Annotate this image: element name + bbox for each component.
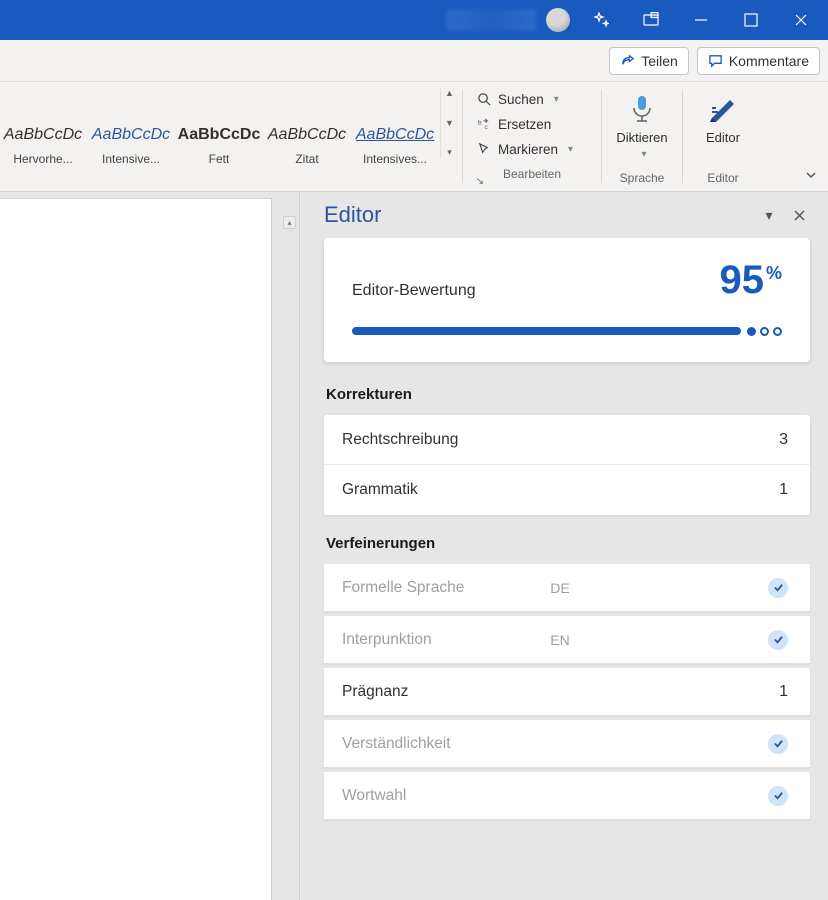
microphone-icon: [629, 92, 655, 126]
editor-group-label: Editor: [707, 171, 738, 191]
refinement-row[interactable]: Wortwahl: [324, 772, 810, 820]
edit-group-label: Bearbeiten: [477, 163, 587, 181]
style-sample: AaBbCcDc: [0, 120, 86, 150]
score-value: 95: [719, 260, 764, 300]
edit-group: Suchen ▾ bc Ersetzen Markieren ▾ Bearbei…: [467, 82, 597, 191]
refinements-title: Verfeinerungen: [326, 535, 808, 552]
scroll-up-icon[interactable]: ▴: [283, 216, 296, 229]
style-label: Intensives...: [363, 152, 427, 166]
refinement-row[interactable]: Prägnanz 1: [324, 668, 810, 716]
tab-strip: Teilen Kommentare: [0, 40, 828, 82]
row-label: Interpunktion: [342, 631, 540, 649]
comments-button[interactable]: Kommentare: [697, 47, 820, 75]
style-label: Hervorhe...: [13, 152, 72, 166]
doc-title-blurred: [446, 9, 536, 31]
pane-close-button[interactable]: [788, 204, 810, 226]
select-item[interactable]: Markieren ▾: [477, 138, 587, 160]
select-label: Markieren: [498, 142, 558, 157]
refinements-list: Formelle Sprache DE Interpunktion EN Prägnan…: [324, 564, 810, 820]
svg-text:b: b: [478, 119, 482, 126]
refinement-row[interactable]: Formelle Sprache DE: [324, 564, 810, 612]
score-label: Editor-Bewertung: [352, 282, 719, 300]
correction-row[interactable]: Grammatik1: [324, 465, 810, 515]
dictate-label: Diktieren: [616, 130, 667, 145]
gallery-expand[interactable]: ▲▼▾: [440, 88, 458, 158]
style-sample: AaBbCcDc: [88, 120, 174, 150]
score-unit: %: [766, 263, 782, 284]
editor-pen-icon: [708, 92, 738, 126]
check-icon: [768, 734, 788, 754]
chevron-down-icon: ▾: [554, 94, 559, 105]
row-tag: DE: [550, 580, 569, 596]
editor-pane: Editor ▾ Editor-Bewertung 95 % Korrektur…: [300, 192, 828, 900]
check-icon: [768, 630, 788, 650]
share-label: Teilen: [641, 53, 678, 69]
replace-label: Ersetzen: [498, 117, 551, 132]
style-item[interactable]: AaBbCcDc Intensives...: [352, 88, 438, 191]
svg-text:c: c: [485, 124, 489, 131]
close-button[interactable]: [778, 0, 824, 40]
row-label: Wortwahl: [342, 787, 555, 805]
corrections-title: Korrekturen: [326, 386, 808, 403]
pane-title: Editor: [324, 202, 750, 228]
style-item[interactable]: AaBbCcDc Hervorhe...: [0, 88, 86, 191]
styles-gallery: AaBbCcDcHervorhe...AaBbCcDcIntensive...A…: [0, 82, 440, 191]
collapse-ribbon-icon[interactable]: [804, 168, 818, 185]
separator: [601, 90, 602, 183]
refinement-row[interactable]: Interpunktion EN: [324, 616, 810, 664]
avatar[interactable]: [546, 8, 570, 32]
row-label: Grammatik: [342, 481, 779, 499]
row-label: Formelle Sprache: [342, 579, 540, 597]
minimize-button[interactable]: [678, 0, 724, 40]
editor-label: Editor: [706, 130, 740, 145]
style-item[interactable]: AaBbCcDc Fett: [176, 88, 262, 191]
row-label: Verständlichkeit: [342, 735, 555, 753]
score-progress: [352, 326, 782, 336]
style-sample: AaBbCcDc: [352, 120, 438, 150]
row-tag: EN: [550, 632, 569, 648]
comments-label: Kommentare: [729, 53, 809, 69]
search-label: Suchen: [498, 92, 544, 107]
style-item[interactable]: AaBbCcDc Intensive...: [88, 88, 174, 191]
styles-launcher-icon[interactable]: ↘: [476, 176, 484, 187]
style-sample: AaBbCcDc: [174, 120, 265, 150]
check-icon: [768, 786, 788, 806]
dictate-button[interactable]: Diktieren ▾ Sprache: [606, 82, 678, 191]
check-icon: [768, 578, 788, 598]
page[interactable]: [0, 198, 272, 900]
style-item[interactable]: AaBbCcDc Zitat: [264, 88, 350, 191]
display-options-icon[interactable]: [628, 0, 674, 40]
share-button[interactable]: Teilen: [609, 47, 689, 75]
correction-row[interactable]: Rechtschreibung3: [324, 415, 810, 465]
separator: [682, 90, 683, 183]
search-item[interactable]: Suchen ▾: [477, 88, 587, 110]
row-label: Prägnanz: [342, 683, 561, 701]
row-count: 1: [779, 683, 788, 701]
style-label: Fett: [209, 152, 230, 166]
pane-menu-icon[interactable]: ▾: [758, 204, 780, 226]
style-label: Zitat: [295, 152, 318, 166]
row-label: Rechtschreibung: [342, 431, 779, 449]
dictate-group-label: Sprache: [620, 171, 665, 191]
sparkle-icon[interactable]: [578, 0, 624, 40]
ribbon: AaBbCcDcHervorhe...AaBbCcDcIntensive...A…: [0, 82, 828, 192]
chevron-down-icon: ▾: [641, 149, 646, 160]
maximize-button[interactable]: [728, 0, 774, 40]
style-sample: AaBbCcDc: [264, 120, 350, 150]
editor-button[interactable]: Editor Editor: [687, 82, 759, 191]
document-area: ▴: [0, 192, 300, 900]
score-card: Editor-Bewertung 95 %: [324, 238, 810, 362]
titlebar: [0, 0, 828, 40]
row-count: 3: [779, 431, 788, 449]
corrections-list: Rechtschreibung3Grammatik1: [324, 415, 810, 515]
separator: [462, 90, 463, 183]
row-count: 1: [779, 481, 788, 499]
replace-item[interactable]: bc Ersetzen: [477, 113, 587, 135]
style-label: Intensive...: [102, 152, 160, 166]
chevron-down-icon: ▾: [568, 144, 573, 155]
refinement-row[interactable]: Verständlichkeit: [324, 720, 810, 768]
